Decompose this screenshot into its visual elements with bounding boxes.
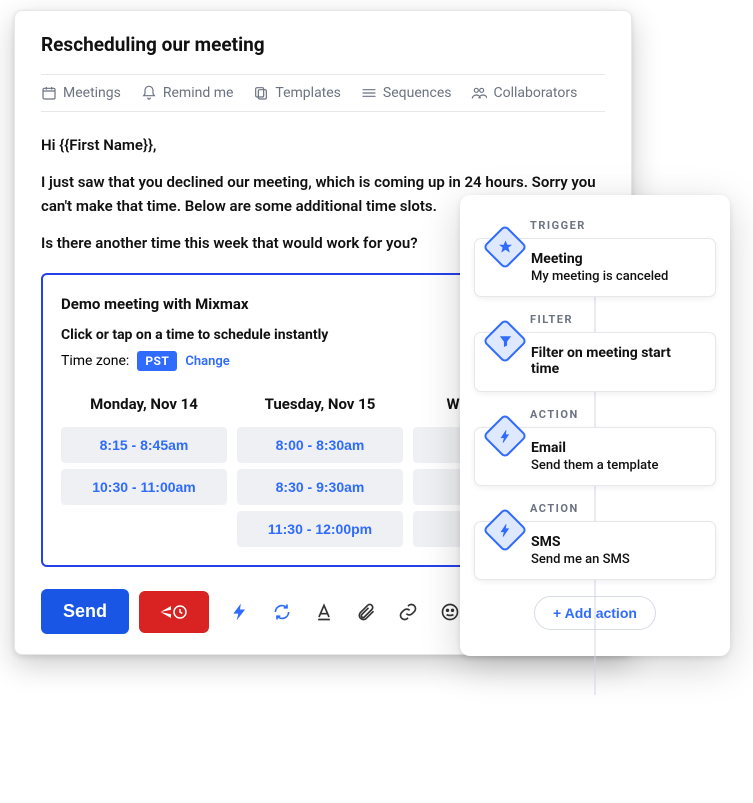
workflow-step-desc: Send them a template xyxy=(531,458,701,473)
workflow-step-title: Meeting xyxy=(531,251,701,267)
workflow-step-filter: FILTER Filter on meeting start time xyxy=(474,313,716,392)
workflow-panel: TRIGGER Meeting My meeting is canceled F… xyxy=(460,195,730,656)
toolbar-meetings-label: Meetings xyxy=(63,85,121,101)
send-later-button[interactable] xyxy=(139,591,209,633)
link-icon[interactable] xyxy=(397,601,419,623)
emoji-icon[interactable] xyxy=(439,601,461,623)
bolt-icon xyxy=(489,420,521,452)
attachment-icon[interactable] xyxy=(355,601,377,623)
toolbar-remind[interactable]: Remind me xyxy=(141,85,234,101)
workflow-step-kind: FILTER xyxy=(530,313,716,326)
time-slot[interactable]: 8:30 - 9:30am xyxy=(237,469,403,505)
workflow-step-kind: ACTION xyxy=(530,502,716,515)
toolbar-templates-label: Templates xyxy=(275,85,341,101)
day-column-1: Monday, Nov 14 8:15 - 8:45am 10:30 - 11:… xyxy=(61,387,227,547)
time-slot[interactable]: 8:15 - 8:45am xyxy=(61,427,227,463)
workflow-step-card[interactable]: SMS Send me an SMS xyxy=(474,521,716,580)
workflow-step-title: Filter on meeting start time xyxy=(531,345,701,377)
workflow-step-card[interactable]: Meeting My meeting is canceled xyxy=(474,238,716,297)
subject-line: Rescheduling our meeting xyxy=(41,33,605,56)
workflow-step-desc: My meeting is canceled xyxy=(531,269,701,284)
toolbar-templates[interactable]: Templates xyxy=(253,85,341,101)
timezone-change-link[interactable]: Change xyxy=(185,354,229,369)
workflow-step-kind: ACTION xyxy=(530,408,716,421)
templates-icon xyxy=(253,85,269,101)
toolbar-sequences-label: Sequences xyxy=(383,85,452,101)
workflow-step-action-sms: ACTION SMS Send me an SMS xyxy=(474,502,716,580)
toolbar-collaborators-label: Collaborators xyxy=(493,85,577,101)
timezone-chip[interactable]: PST xyxy=(137,351,177,371)
workflow-step-trigger: TRIGGER Meeting My meeting is canceled xyxy=(474,219,716,297)
workflow-step-card[interactable]: Filter on meeting start time xyxy=(474,332,716,392)
toolbar-meetings[interactable]: Meetings xyxy=(41,85,121,101)
day-column-2: Tuesday, Nov 15 8:00 - 8:30am 8:30 - 9:3… xyxy=(237,387,403,547)
day-heading-1: Monday, Nov 14 xyxy=(61,387,227,421)
toolbar-remind-label: Remind me xyxy=(163,85,234,101)
composer-toolbar: Meetings Remind me Templates Sequences C… xyxy=(41,74,605,112)
sequences-icon xyxy=(361,85,377,101)
time-slot[interactable]: 11:30 - 12:00pm xyxy=(237,511,403,547)
time-slot[interactable]: 8:00 - 8:30am xyxy=(237,427,403,463)
calendar-icon xyxy=(41,85,57,101)
text-format-icon[interactable] xyxy=(313,601,335,623)
toolbar-sequences[interactable]: Sequences xyxy=(361,85,452,101)
workflow-step-title: Email xyxy=(531,440,701,456)
send-later-icon xyxy=(159,601,189,623)
body-greeting: Hi {{First Name}}, xyxy=(41,134,605,157)
day-heading-2: Tuesday, Nov 15 xyxy=(237,387,403,421)
toolbar-collaborators[interactable]: Collaborators xyxy=(471,85,577,101)
workflow-step-action-email: ACTION Email Send them a template xyxy=(474,408,716,486)
bolt-icon xyxy=(489,514,521,546)
workflow-step-desc: Send me an SMS xyxy=(531,552,701,567)
workflow-step-card[interactable]: Email Send them a template xyxy=(474,427,716,486)
timezone-label: Time zone: xyxy=(61,353,129,369)
workflow-step-kind: TRIGGER xyxy=(530,219,716,232)
bolt-icon[interactable] xyxy=(229,601,251,623)
send-button[interactable]: Send xyxy=(41,589,129,634)
bell-icon xyxy=(141,85,157,101)
collaborators-icon xyxy=(471,85,487,101)
sync-icon[interactable] xyxy=(271,601,293,623)
time-slot[interactable]: 10:30 - 11:00am xyxy=(61,469,227,505)
workflow-step-title: SMS xyxy=(531,534,701,550)
trigger-icon xyxy=(489,231,521,263)
filter-icon xyxy=(489,325,521,357)
